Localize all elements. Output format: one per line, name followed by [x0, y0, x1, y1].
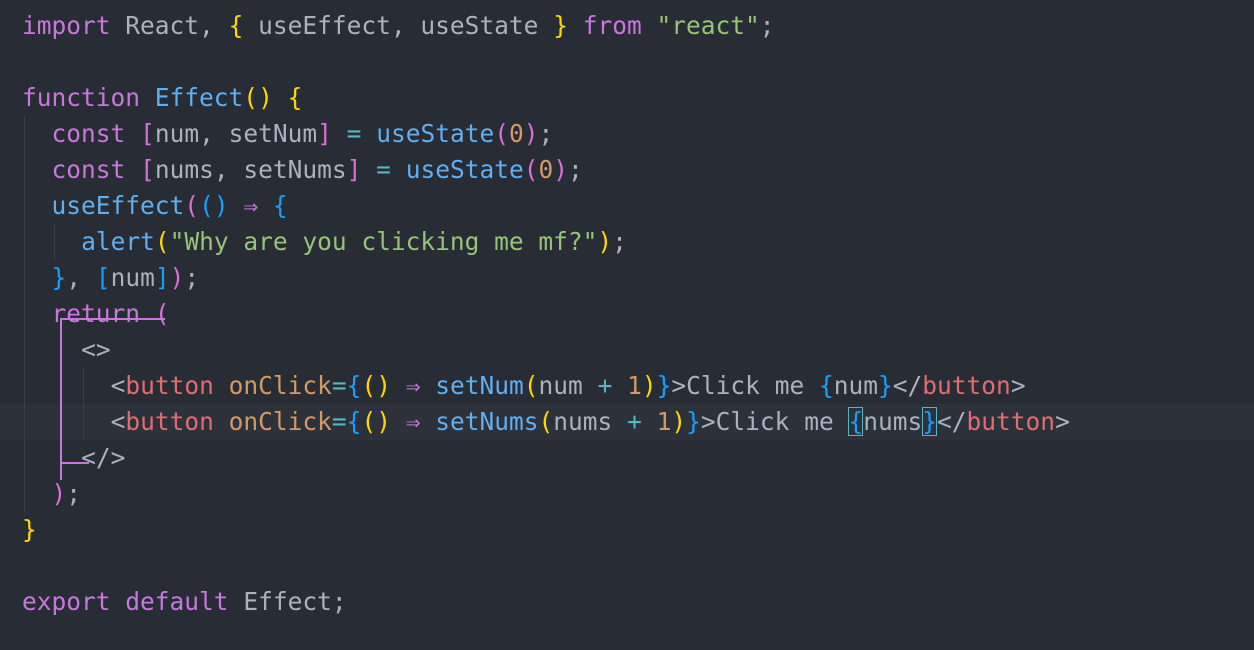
code-line-text: }, [num]); [51, 263, 200, 292]
code-line[interactable]: <button onClick={() ⇒ setNum(num + 1)}>C… [0, 368, 1254, 404]
code-line[interactable]: import React, { useEffect, useState } fr… [0, 8, 1254, 44]
code-line[interactable]: alert("Why are you clicking me mf?"); [0, 224, 1254, 260]
top-edge [0, 0, 1254, 4]
code-line[interactable]: <> [0, 332, 1254, 368]
code-line-text: return ( [51, 299, 170, 328]
code-line-text: </> [81, 443, 126, 472]
code-line-text: import React, { useEffect, useState } fr… [22, 11, 775, 40]
indent-guide [53, 224, 55, 260]
code-line-text: <> [81, 335, 111, 364]
code-line[interactable] [0, 548, 1254, 584]
code-line-text: <button onClick={() ⇒ setNums(nums + 1)}… [110, 407, 1070, 436]
bracket-pair-guide-top [59, 318, 165, 320]
code-line[interactable]: } [0, 512, 1254, 548]
code-line[interactable]: export default Effect; [0, 584, 1254, 620]
bracket-pair-guide-bottom [59, 462, 89, 464]
code-line[interactable]: }, [num]); [0, 260, 1254, 296]
code-line[interactable]: function Effect() { [0, 80, 1254, 116]
code-line[interactable]: ); [0, 476, 1254, 512]
code-line-text: const [num, setNum] = useState(0); [51, 119, 554, 148]
code-line-text: <button onClick={() ⇒ setNum(num + 1)}>C… [110, 371, 1026, 400]
code-line-text: ); [51, 479, 82, 508]
code-line-text: const [nums, setNums] = useState(0); [51, 155, 583, 184]
code-line-text: } [22, 515, 37, 544]
code-line[interactable]: const [nums, setNums] = useState(0); [0, 152, 1254, 188]
code-line-text: useEffect(() ⇒ { [51, 191, 288, 220]
code-line-text: function Effect() { [22, 83, 303, 112]
code-line[interactable]: <button onClick={() ⇒ setNums(nums + 1)}… [0, 404, 1254, 440]
code-line[interactable]: </> [0, 440, 1254, 476]
code-line[interactable]: const [num, setNum] = useState(0); [0, 116, 1254, 152]
code-line-text: alert("Why are you clicking me mf?"); [81, 227, 627, 256]
code-line[interactable] [0, 44, 1254, 80]
code-editor[interactable]: import React, { useEffect, useState } fr… [0, 0, 1254, 650]
code-line[interactable]: return ( [0, 296, 1254, 332]
code-line-text: export default Effect; [22, 587, 347, 616]
indent-guide [83, 368, 84, 440]
bracket-pair-guide [59, 318, 62, 480]
code-line[interactable]: useEffect(() ⇒ { [0, 188, 1254, 224]
indent-guide [24, 116, 25, 512]
